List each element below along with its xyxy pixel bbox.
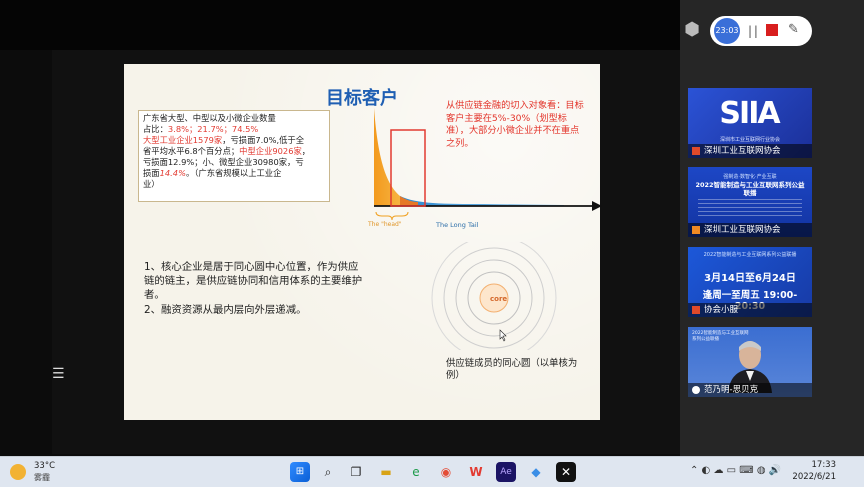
task-view-icon[interactable]: ❐: [346, 462, 366, 482]
stats-line: 省平均水平6.8个百分点；中型企业9026家，: [143, 146, 325, 157]
arrow-head: [592, 201, 602, 211]
stats-text: 。（广东省规模以上工业企: [185, 168, 282, 178]
tile-name-text: 协会小服: [704, 305, 739, 315]
bullet-item: 2、融资资源从最内层向外层递减。: [144, 303, 307, 316]
recording-controls: 23:03 | | ✎: [710, 16, 812, 46]
stats-line: 占比：3.8%；21.7%；74.5%: [143, 124, 325, 135]
tile-dates: 3月14日至6月24日: [704, 273, 796, 284]
clock-time: 17:33: [811, 460, 837, 470]
stats-line: 大型工业企业1579家，亏损面7.0%,低于全: [143, 135, 325, 146]
presentation-slide: 目标客户 广东省大型、中型以及小微企业数量 占比：3.8%；21.7%；74.5…: [124, 64, 602, 420]
temperature: 33°C: [34, 461, 56, 471]
participant-tile[interactable]: 2022智能制造与工业互联网系列公益联播 3月14日至6月24日 逢周一至周五 …: [688, 247, 812, 317]
long-tail-label: The Long Tail: [436, 221, 479, 229]
weather-icon: [10, 464, 26, 480]
menu-list-icon[interactable]: ☰: [52, 367, 66, 381]
stats-text: ，亏损面7.0%,低于全: [222, 135, 304, 145]
clock[interactable]: 17:33 2022/6/21: [780, 459, 836, 483]
stats-line: 损面14.4%。（广东省规模以上工业企: [143, 168, 325, 179]
mouse-cursor-icon: [499, 329, 507, 342]
stats-shares: 3.8%；21.7%；74.5%: [167, 124, 259, 134]
tile-subtitle: 深圳市工业互联网行业协会: [719, 137, 780, 143]
tile-tagline: 强制造·数智化·产业互联: [723, 174, 777, 180]
capcut-icon[interactable]: ✕: [556, 462, 576, 482]
tile-name: 范乃明-思贝克: [688, 383, 812, 397]
head-label: The "head": [368, 221, 402, 228]
bullet-item: 1、核心企业是居于同心圆中心位置，作为供应链的链主，是供应链协同和信用体系的主要…: [144, 261, 363, 302]
start-icon[interactable]: ⊞: [290, 462, 310, 482]
after-effects-icon[interactable]: Ae: [496, 462, 516, 482]
tile-name-text: 范乃明-思贝克: [704, 385, 759, 395]
participant-tile[interactable]: 2022智能制造与工业互联网系列公益联播 范乃明-思贝克: [688, 327, 812, 397]
tile-name: 协会小服: [688, 303, 812, 317]
host-icon: [692, 146, 700, 155]
stop-button[interactable]: [766, 24, 778, 36]
head-brace: [375, 211, 409, 221]
rings-caption: 供应链成员的同心圆（以单核为例）: [446, 358, 578, 381]
pause-button[interactable]: | |: [748, 24, 758, 38]
tile-name: 深圳工业互联网协会: [688, 223, 812, 237]
stats-line: 广东省大型、中型以及小微企业数量: [143, 113, 276, 123]
timer-avatar[interactable]: 23:03: [714, 18, 740, 44]
association-logo: SIIA: [719, 96, 780, 131]
participant-tile[interactable]: SIIA 深圳市工业互联网行业协会 深圳工业互联网协会: [688, 88, 812, 158]
stats-line: 亏损面12.9%；小、微型企业30980家，亏: [143, 157, 304, 167]
tile-tagline: 2022智能制造与工业互联网系列公益联播: [703, 252, 797, 258]
chrome-icon[interactable]: ◉: [436, 462, 456, 482]
pen-icon[interactable]: ✎: [788, 22, 799, 37]
windows-taskbar: 33°C 雾霾 ⊞ ⌕ ❐ ▬ e ◉ W Ae ◆ ✕ ⌃ ◐ ☁ ▭ ⌨ ◍…: [0, 456, 864, 487]
tile-name-text: 深圳工业互联网协会: [704, 146, 781, 156]
graduation-cap-icon[interactable]: ⬢: [680, 18, 704, 42]
tile-heading: 2022智能制造与工业互联网系列公益联播: [695, 181, 805, 197]
small-loss-rate: 14.4%: [159, 168, 186, 178]
search-icon[interactable]: ⌕: [318, 462, 338, 482]
target-note: 从供应链金融的切入对象看：目标客户主要在5%-30%（划型标准），大部分小微企业…: [446, 100, 584, 149]
edge-icon[interactable]: e: [406, 462, 426, 482]
file-explorer-icon[interactable]: ▬: [376, 462, 396, 482]
tile-name: 深圳工业互联网协会: [688, 144, 812, 158]
large-enterprise-count: 大型工业企业1579家: [143, 135, 223, 145]
stats-text: 省平均水平6.8个百分点；: [143, 146, 240, 156]
participant-tile[interactable]: 强制造·数智化·产业互联 2022智能制造与工业互联网系列公益联播 深圳工业互联…: [688, 167, 812, 237]
stats-text: 损面: [143, 168, 160, 178]
head-area: [374, 108, 400, 206]
stats-line: 业）: [143, 179, 160, 189]
wps-icon[interactable]: W: [466, 462, 486, 482]
app-icon[interactable]: ◆: [526, 462, 546, 482]
stats-prefix: 占比：: [143, 124, 168, 134]
medium-enterprise-count: 中型企业9026家: [239, 146, 302, 156]
stats-text: ，: [301, 146, 311, 156]
stats-box: 广东省大型、中型以及小微企业数量 占比：3.8%；21.7%；74.5% 大型工…: [138, 110, 330, 202]
system-tray[interactable]: ⌃ ◐ ☁ ▭ ⌨ ◍ 🔊: [690, 465, 781, 476]
mic-icon: [692, 305, 700, 314]
tile-name-text: 深圳工业互联网协会: [704, 225, 781, 235]
clock-date: 2022/6/21: [792, 472, 836, 482]
tile-text-lines: [698, 199, 802, 217]
user-icon: [692, 225, 700, 234]
stage-top-bar: [0, 0, 680, 50]
mic-icon: [692, 385, 700, 394]
weather-condition: 雾霾: [34, 473, 50, 482]
core-label: core: [490, 295, 508, 303]
bullet-list: 1、核心企业是居于同心圆中心位置，作为供应链的链主，是供应链协同和信用体系的主要…: [144, 260, 366, 317]
